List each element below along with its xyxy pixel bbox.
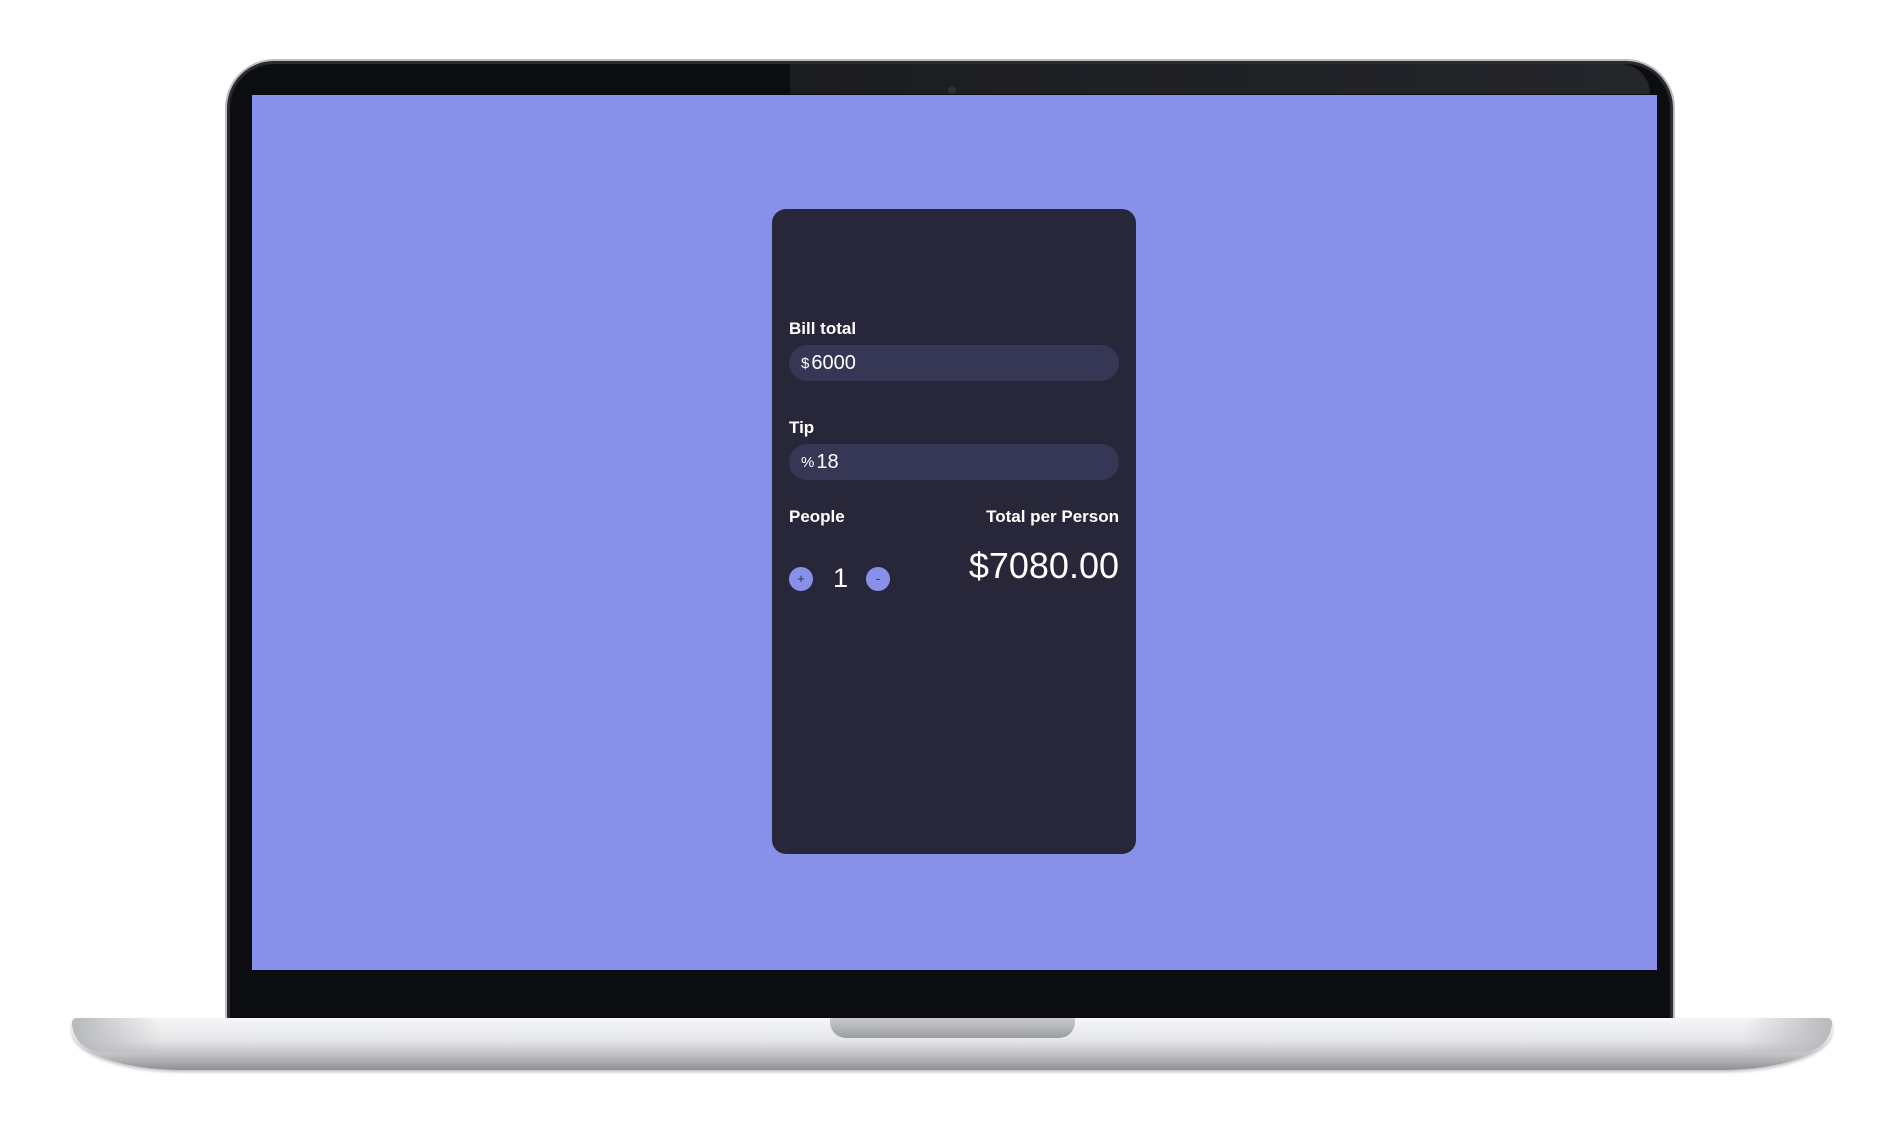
total-per-person-label: Total per Person [986, 507, 1119, 526]
bill-total-value[interactable]: 6000 [811, 352, 856, 375]
tip-value[interactable]: 18 [816, 451, 838, 474]
people-count: 1 [833, 563, 849, 593]
screen: Bill total $ 6000 Tip % 18 People Total … [252, 95, 1657, 970]
laptop-base-edge-right [1742, 1018, 1832, 1052]
laptop-lid-shade [790, 64, 1650, 94]
dollar-prefix: $ [801, 354, 810, 372]
people-label: People [789, 507, 845, 526]
tip-label: Tip [789, 418, 815, 437]
bill-total-input[interactable]: $ 6000 [789, 345, 1119, 381]
percent-prefix: % [801, 453, 815, 471]
laptop-base-edge-left [72, 1018, 162, 1052]
people-stepper: + 1 - [789, 563, 891, 594]
laptop-mockup: Bill total $ 6000 Tip % 18 People Total … [0, 0, 1895, 1139]
laptop-base-notch [830, 1018, 1075, 1038]
tip-calculator-card: Bill total $ 6000 Tip % 18 People Total … [772, 209, 1136, 854]
camera-icon [948, 86, 956, 94]
decrement-people-button[interactable]: - [866, 566, 891, 591]
bill-total-label: Bill total [789, 319, 857, 338]
tip-input[interactable]: % 18 [789, 444, 1119, 480]
increment-people-button[interactable]: + [789, 566, 813, 591]
total-per-person-value: $7080.00 [968, 545, 1119, 586]
